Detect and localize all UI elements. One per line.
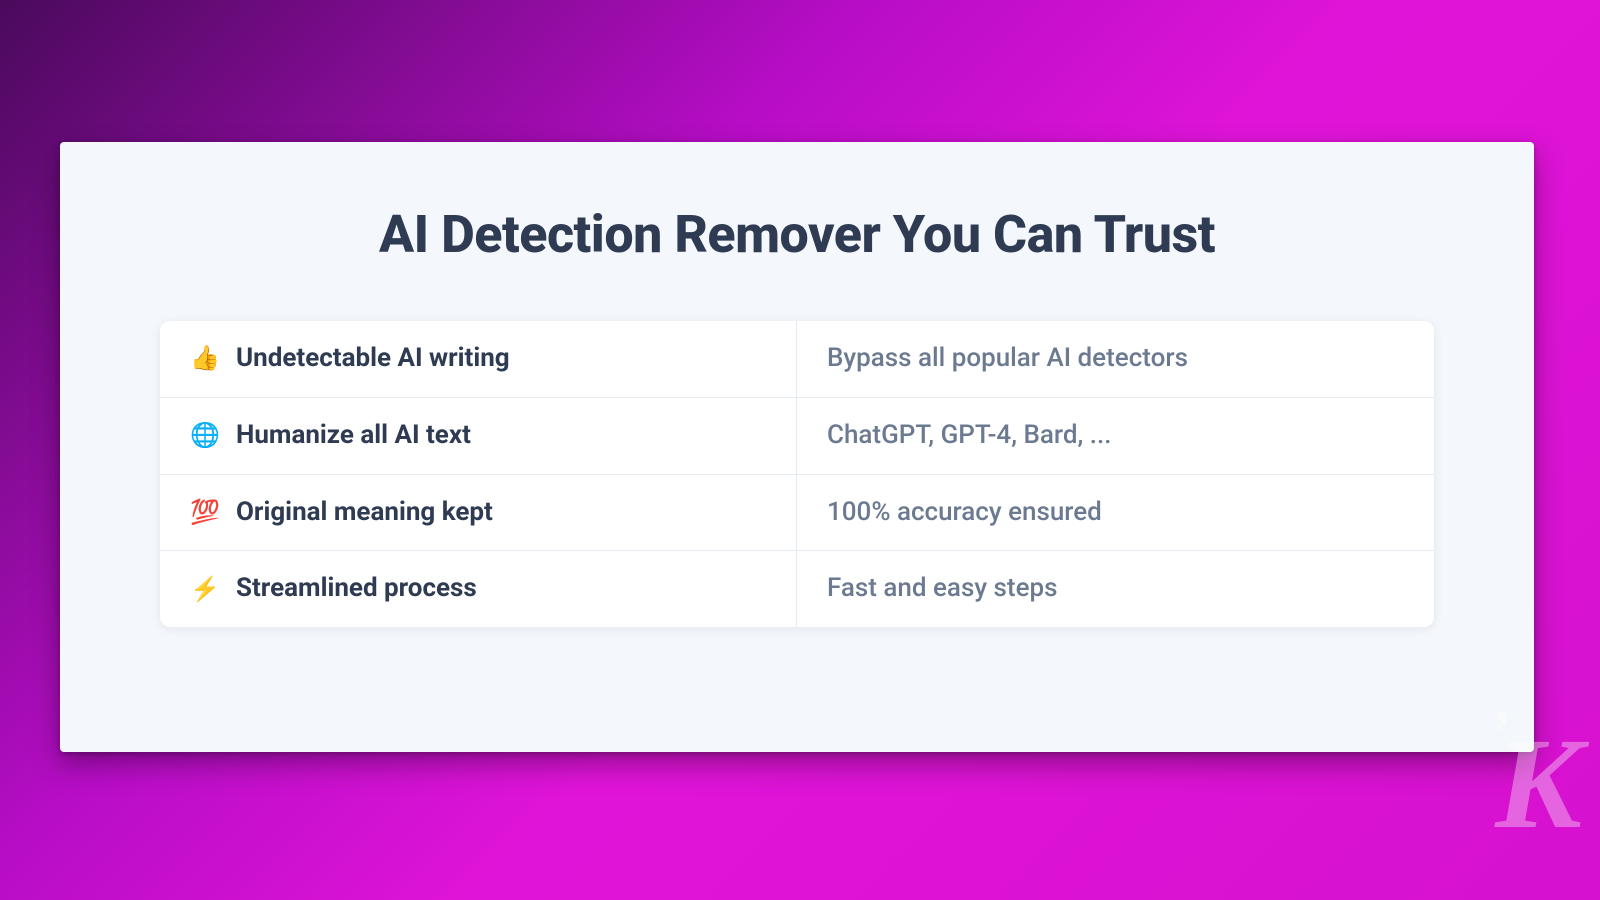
- feature-cell: 💯 Original meaning kept: [160, 475, 797, 551]
- feature-label: Humanize all AI text: [236, 419, 471, 453]
- content-card: AI Detection Remover You Can Trust 👍 Und…: [60, 142, 1534, 752]
- feature-cell: ⚡ Streamlined process: [160, 551, 797, 627]
- globe-icon: 🌐: [190, 420, 220, 451]
- detail-cell: Fast and easy steps: [797, 551, 1434, 627]
- detail-label: ChatGPT, GPT-4, Bard, ...: [827, 419, 1111, 453]
- feature-cell: 🌐 Humanize all AI text: [160, 398, 797, 474]
- watermark-letter: K: [1495, 712, 1574, 856]
- table-row: 👍 Undetectable AI writing Bypass all pop…: [160, 321, 1434, 397]
- detail-label: Fast and easy steps: [827, 572, 1057, 606]
- detail-label: Bypass all popular AI detectors: [827, 342, 1188, 376]
- thumbs-up-icon: 👍: [190, 343, 220, 374]
- feature-label: Original meaning kept: [236, 496, 493, 530]
- feature-cell: 👍 Undetectable AI writing: [160, 321, 797, 397]
- page-title: AI Detection Remover You Can Trust: [160, 204, 1434, 265]
- detail-label: 100% accuracy ensured: [827, 496, 1102, 530]
- table-row: ⚡ Streamlined process Fast and easy step…: [160, 550, 1434, 627]
- watermark-logo: ’K: [1489, 739, 1574, 830]
- watermark-apostrophe: ’: [1489, 699, 1501, 765]
- hundred-icon: 💯: [190, 497, 220, 528]
- table-row: 💯 Original meaning kept 100% accuracy en…: [160, 474, 1434, 551]
- feature-table: 👍 Undetectable AI writing Bypass all pop…: [160, 321, 1434, 627]
- bolt-icon: ⚡: [190, 574, 220, 605]
- detail-cell: ChatGPT, GPT-4, Bard, ...: [797, 398, 1434, 474]
- feature-label: Streamlined process: [236, 572, 477, 606]
- detail-cell: Bypass all popular AI detectors: [797, 321, 1434, 397]
- table-row: 🌐 Humanize all AI text ChatGPT, GPT-4, B…: [160, 397, 1434, 474]
- feature-label: Undetectable AI writing: [236, 342, 510, 376]
- detail-cell: 100% accuracy ensured: [797, 475, 1434, 551]
